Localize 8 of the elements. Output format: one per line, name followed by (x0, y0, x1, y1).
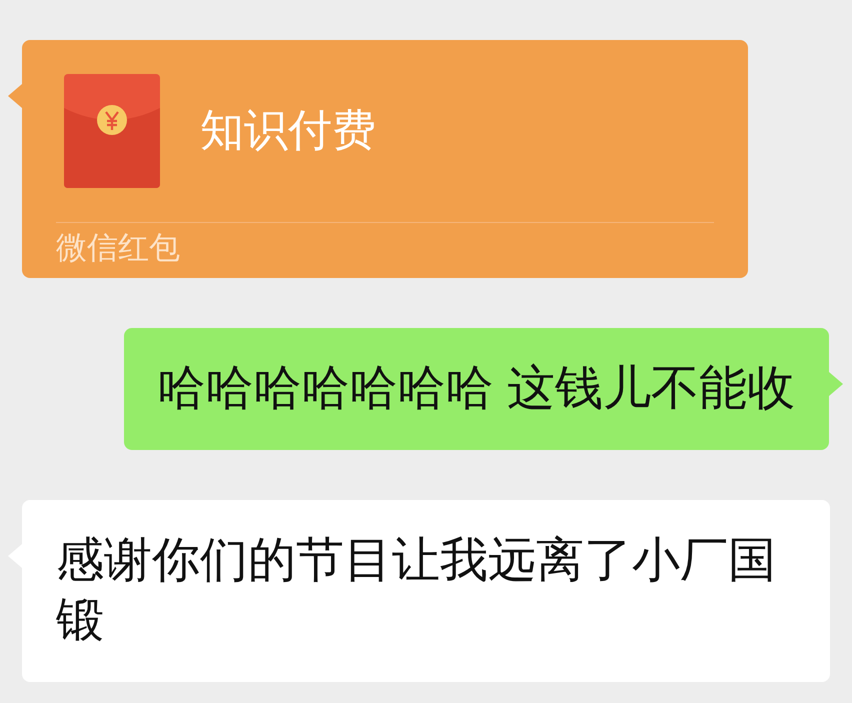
gift-envelope-card[interactable]: 知识付费 微信红包 (22, 40, 748, 278)
envelope-icon (64, 74, 160, 188)
message-bubble: 感谢你们的节目让我远离了小厂国锻 (22, 500, 830, 682)
gift-title: 知识付费 (200, 109, 376, 153)
bubble-tail (829, 372, 843, 396)
bubble-tail (8, 84, 22, 108)
message-bubble: 哈哈哈哈哈哈哈 这钱儿不能收 (124, 328, 829, 450)
gift-label: 微信红包 (56, 229, 180, 267)
